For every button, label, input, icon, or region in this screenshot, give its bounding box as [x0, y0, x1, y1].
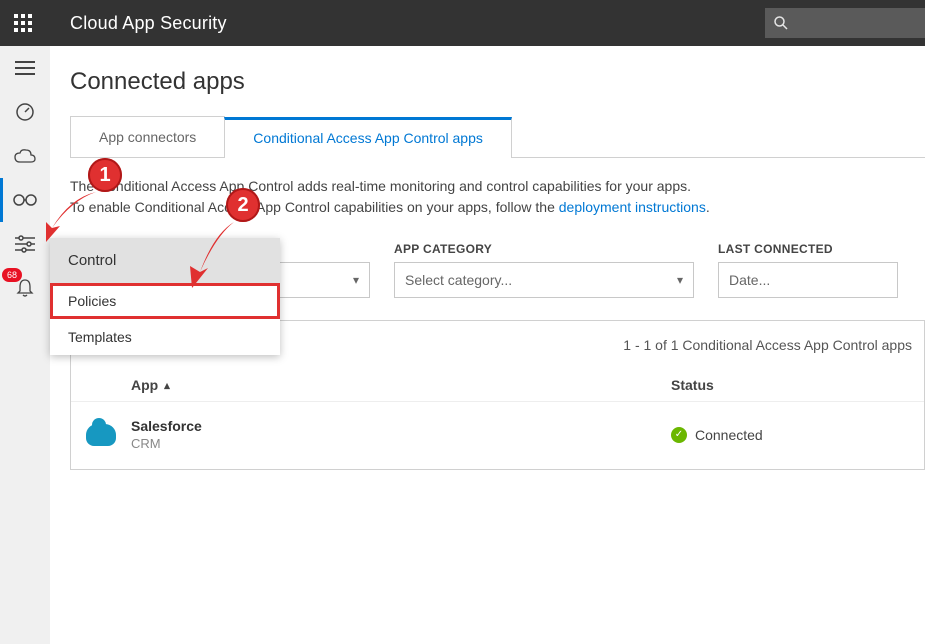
- filter-category-select[interactable]: Select category... ▾: [394, 262, 694, 298]
- chevron-down-icon: ▾: [677, 273, 683, 287]
- col-header-status[interactable]: Status: [671, 377, 871, 393]
- filter-last-connected-label: LAST CONNECTED: [718, 242, 898, 256]
- filter-last-connected: LAST CONNECTED Date...: [718, 242, 898, 298]
- col-header-app[interactable]: App ▴: [131, 377, 671, 393]
- nav-dashboard[interactable]: [0, 90, 50, 134]
- filter-last-connected-placeholder: Date...: [729, 272, 770, 288]
- app-category: CRM: [131, 436, 671, 451]
- annotation-arrow-1: [36, 186, 100, 251]
- deployment-instructions-link[interactable]: deployment instructions: [559, 199, 706, 215]
- col-header-app-label: App: [131, 377, 158, 393]
- row-app-cell: Salesforce CRM: [131, 418, 671, 451]
- search-icon: [773, 15, 789, 31]
- app-name: Salesforce: [131, 418, 671, 434]
- control-flyout: Control Policies Templates: [50, 238, 280, 355]
- status-text: Connected: [695, 427, 763, 443]
- nav-menu-toggle[interactable]: [0, 46, 50, 90]
- annotation-arrow-2: [182, 216, 242, 297]
- chevron-down-icon: ▾: [353, 273, 359, 287]
- flyout-item-policies[interactable]: Policies: [50, 283, 280, 319]
- global-search[interactable]: [765, 8, 925, 38]
- bell-icon: [16, 278, 34, 298]
- nav-discover[interactable]: [0, 134, 50, 178]
- app-launcher-button[interactable]: [0, 0, 46, 46]
- app-icon: [71, 424, 131, 446]
- waffle-icon: [14, 14, 32, 32]
- info-line1: The Conditional Access App Control adds …: [70, 178, 691, 194]
- annotation-step-2: 2: [226, 188, 260, 222]
- table-head: App ▴ Status: [71, 369, 924, 401]
- info-line2-prefix: To enable Conditional Access App Control…: [70, 199, 559, 215]
- cloud-icon: [14, 148, 36, 164]
- app-title: Cloud App Security: [70, 13, 227, 34]
- investigate-icon: [13, 193, 37, 207]
- filter-category-label: APP CATEGORY: [394, 242, 694, 256]
- annotation-step-1: 1: [88, 158, 122, 192]
- sliders-icon: [15, 235, 35, 253]
- filter-last-connected-select[interactable]: Date...: [718, 262, 898, 298]
- info-line2-suffix: .: [706, 199, 710, 215]
- nav-alerts[interactable]: 68: [0, 266, 50, 310]
- tab-conditional-access-apps[interactable]: Conditional Access App Control apps: [224, 117, 512, 158]
- tabs: App connectors Conditional Access App Co…: [70, 116, 925, 158]
- row-status-cell: ✓ Connected: [671, 427, 871, 443]
- filter-category-placeholder: Select category...: [405, 272, 512, 288]
- active-marker: [0, 178, 3, 222]
- check-icon: ✓: [671, 427, 687, 443]
- sort-asc-icon: ▴: [164, 379, 170, 392]
- gauge-icon: [15, 102, 35, 122]
- page-title: Connected apps: [70, 68, 925, 96]
- alerts-badge: 68: [2, 268, 22, 282]
- filter-category: APP CATEGORY Select category... ▾: [394, 242, 694, 298]
- info-text: The Conditional Access App Control adds …: [70, 176, 925, 218]
- tab-app-connectors[interactable]: App connectors: [70, 116, 225, 157]
- salesforce-icon: [86, 424, 116, 446]
- flyout-item-templates[interactable]: Templates: [50, 319, 280, 355]
- left-nav-rail: 68: [0, 46, 50, 644]
- table-row[interactable]: Salesforce CRM ✓ Connected: [71, 401, 924, 469]
- top-bar: Cloud App Security: [0, 0, 925, 46]
- hamburger-icon: [15, 61, 35, 75]
